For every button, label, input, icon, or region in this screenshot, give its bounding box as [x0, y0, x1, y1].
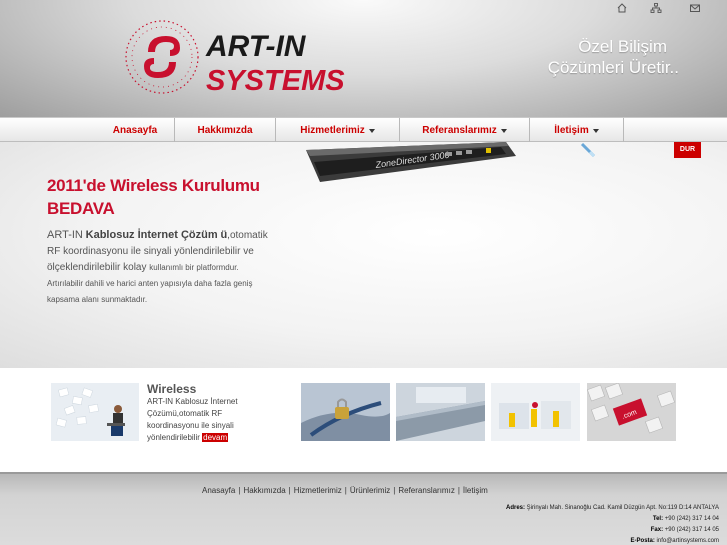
- footer-link-anasayfa[interactable]: Anasayfa: [202, 486, 235, 495]
- tel-line: Tel: +90 (242) 317 14 04: [506, 514, 719, 525]
- footer-nav: Anasayfa | Hakkımızda | Hizmetlerimiz | Ürü…: [202, 486, 488, 495]
- hero-description: ART-IN Kablosuz İnternet Çözüm ü,otomati…: [47, 227, 272, 308]
- address-value: Şirinyalı Mah. Sinanoğlu Cad. Kamil Düzg…: [526, 505, 719, 511]
- address-label: Adres:: [505, 505, 525, 511]
- mail-icon[interactable]: [689, 2, 701, 14]
- footer-link-iletisim[interactable]: İletişim: [463, 486, 488, 495]
- hero-text-prefix: ART-IN: [47, 229, 83, 241]
- main-nav: Anasayfa Hakkımızda Hizmetlerimiz Refera…: [0, 117, 727, 143]
- slider-stop-button[interactable]: DUR: [674, 142, 701, 158]
- read-more-link[interactable]: devam: [202, 433, 229, 442]
- footer-link-hakkimizda[interactable]: Hakkımızda: [243, 486, 285, 495]
- footer-link-urunlerimiz[interactable]: Ürünlerimiz: [350, 486, 390, 495]
- email-line: E-Posta: info@artinsystems.com: [506, 536, 719, 545]
- network-cable-image: [580, 142, 596, 158]
- chevron-down-icon: [500, 128, 507, 133]
- hero-title: 2011'de Wireless Kurulumu BEDAVA: [47, 174, 307, 220]
- footer-separator: |: [238, 486, 241, 495]
- address-line: Adres: Şirinyalı Mah. Sinanoğlu Cad. Kam…: [506, 503, 719, 514]
- nav-label: Hizmetlerimiz: [300, 125, 365, 136]
- brand-logo[interactable]: ART-IN SYSTEMS: [118, 12, 358, 102]
- nav-item-referanslarimiz[interactable]: Referanslarımız: [400, 118, 530, 143]
- footer-separator: |: [288, 486, 291, 495]
- brand-line2: SYSTEMS: [206, 65, 345, 97]
- fax-label: Fax:: [650, 527, 664, 533]
- nav-label: Referanslarımız: [422, 125, 497, 136]
- office-thumb[interactable]: [491, 383, 580, 441]
- nav-item-iletisim[interactable]: İletişim: [530, 118, 624, 143]
- slogan-line2: Çözümleri Üretir..: [547, 58, 679, 77]
- nav-label: Anasayfa: [112, 125, 158, 136]
- logo-emblem-icon: [125, 20, 199, 94]
- feature-title: Wireless: [147, 382, 197, 396]
- contact-info: Adres: Şirinyalı Mah. Sinanoğlu Cad. Kam…: [506, 503, 719, 545]
- lock-cable-thumb[interactable]: [301, 383, 390, 441]
- footer-link-referanslarimiz[interactable]: Referanslarımız: [398, 486, 454, 495]
- footer-separator: |: [457, 486, 460, 495]
- laptop-thumb[interactable]: [396, 383, 485, 441]
- email-link[interactable]: info@artinsystems.com: [657, 538, 719, 544]
- nav-label: İletişim: [554, 125, 589, 136]
- tel-label: Tel:: [652, 516, 664, 522]
- email-label: E-Posta:: [630, 538, 655, 544]
- home-icon[interactable]: [616, 2, 628, 14]
- keyboard-dotcom-thumb[interactable]: .com: [587, 383, 676, 441]
- fax-value: +90 (242) 317 14 05: [664, 527, 719, 533]
- nav-label: Hakkımızda: [197, 125, 253, 136]
- slogan-line1: Özel Bilişim: [578, 37, 667, 56]
- hero-title-line2: BEDAVA: [47, 199, 115, 218]
- brand-line1: ART-IN: [205, 30, 307, 63]
- feature-text: ART-IN Kablosuz İnternet Çözümü,otomatik…: [147, 396, 262, 444]
- footer-link-hizmetlerimiz[interactable]: Hizmetlerimiz: [294, 486, 342, 495]
- hero-title-line1: 2011'de Wireless Kurulumu: [47, 176, 260, 195]
- footer-separator: |: [393, 486, 396, 495]
- hero-text-bold: Kablosuz İnternet Çözüm: [85, 229, 218, 241]
- slogan: Özel Bilişim Çözümleri Üretir..: [548, 36, 679, 78]
- nav-item-hizmetlerimiz[interactable]: Hizmetlerimiz: [276, 118, 400, 143]
- sitemap-icon[interactable]: [650, 2, 662, 14]
- zonedirector-device-image: ZoneDirector 3000: [306, 142, 516, 182]
- fax-line: Fax: +90 (242) 317 14 05: [506, 525, 719, 536]
- chevron-down-icon: [368, 128, 375, 133]
- tel-value: +90 (242) 317 14 04: [664, 516, 719, 522]
- chevron-down-icon: [592, 128, 599, 133]
- footer-separator: |: [344, 486, 347, 495]
- nav-item-hakkimizda[interactable]: Hakkımızda: [175, 118, 276, 143]
- site-header: ART-IN SYSTEMS Özel Bilişim Çözümleri Ür…: [0, 0, 727, 117]
- wireless-feature-image[interactable]: [51, 383, 139, 441]
- nav-item-anasayfa[interactable]: Anasayfa: [96, 118, 175, 143]
